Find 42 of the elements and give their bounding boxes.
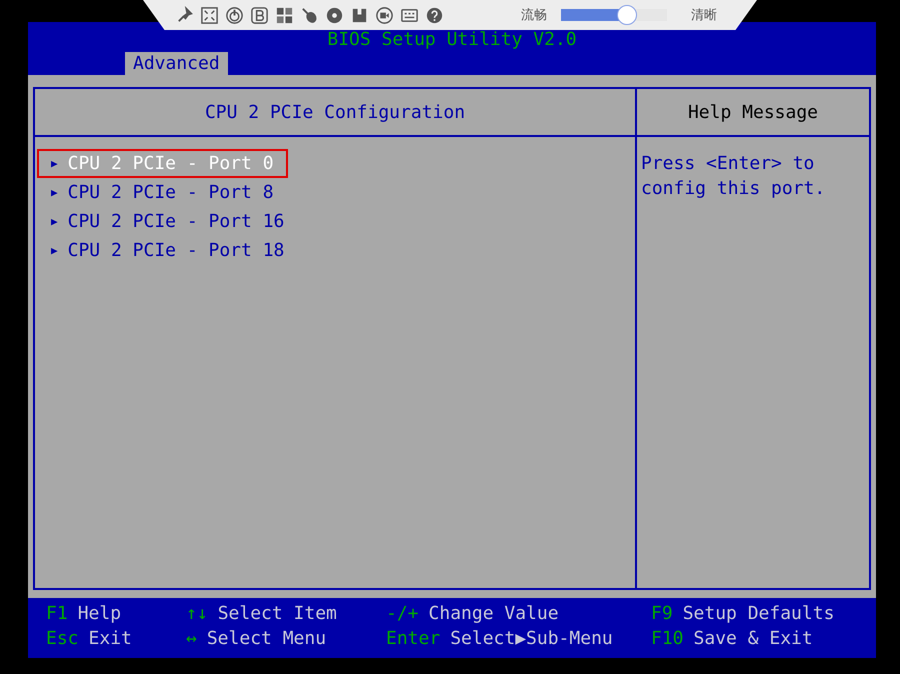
panel-heading: CPU 2 PCIe Configuration bbox=[35, 89, 637, 137]
key-action: Select Menu bbox=[206, 628, 326, 651]
submenu-item[interactable]: ▶ CPU 2 PCIe - Port 0 bbox=[37, 149, 288, 178]
disc-icon[interactable] bbox=[325, 6, 344, 24]
key-action: Setup Defaults bbox=[682, 603, 834, 626]
key-label: Enter bbox=[386, 628, 440, 651]
submenu-item[interactable]: ▶ CPU 2 PCIe - Port 16 bbox=[37, 207, 298, 236]
bios-title: BIOS Setup Utility V2.0 bbox=[327, 30, 577, 50]
arrow-icon: ▶ bbox=[51, 186, 58, 199]
slider-thumb[interactable] bbox=[616, 5, 637, 25]
submenu-label: CPU 2 PCIe - Port 8 bbox=[68, 182, 274, 203]
arrow-icon: ▶ bbox=[51, 244, 58, 257]
submenu-label: CPU 2 PCIe - Port 0 bbox=[68, 153, 274, 174]
key-action: Help bbox=[78, 603, 122, 626]
key-label: F10 bbox=[651, 628, 684, 651]
power-icon[interactable] bbox=[225, 6, 244, 24]
key-label: F9 bbox=[651, 603, 673, 626]
fullscreen-icon[interactable] bbox=[200, 6, 219, 24]
submenu-item[interactable]: ▶ CPU 2 PCIe - Port 18 bbox=[37, 236, 298, 265]
key-action: Exit bbox=[88, 628, 132, 651]
quality-high-label: 清晰 bbox=[691, 7, 717, 24]
key-action: Change Value bbox=[428, 603, 559, 626]
quality-low-label: 流畅 bbox=[521, 7, 547, 24]
key-label: ↔ bbox=[186, 628, 197, 651]
submenu-label: CPU 2 PCIe - Port 16 bbox=[68, 211, 284, 232]
key-label: F1 bbox=[46, 603, 68, 626]
key-label: Esc bbox=[46, 628, 79, 651]
b-icon[interactable] bbox=[250, 6, 269, 24]
arrow-icon: ▶ bbox=[51, 215, 58, 228]
key-action: Select Item bbox=[218, 603, 337, 626]
key-action: Select▶Sub-Menu bbox=[450, 628, 613, 651]
key-action: Save & Exit bbox=[694, 628, 813, 651]
key-label: -/+ bbox=[386, 603, 419, 626]
record-icon[interactable] bbox=[375, 6, 394, 24]
help-icon[interactable] bbox=[425, 6, 444, 24]
arrow-icon: ▶ bbox=[51, 157, 58, 170]
submenu-item[interactable]: ▶ CPU 2 PCIe - Port 8 bbox=[37, 178, 288, 207]
help-text: Press <Enter> to config this port. bbox=[640, 152, 826, 201]
key-label: ↑↓ bbox=[186, 603, 208, 626]
submenu-label: CPU 2 PCIe - Port 18 bbox=[68, 240, 284, 261]
help-heading: Help Message bbox=[637, 89, 869, 137]
menu-tab[interactable]: Advanced bbox=[125, 52, 228, 75]
